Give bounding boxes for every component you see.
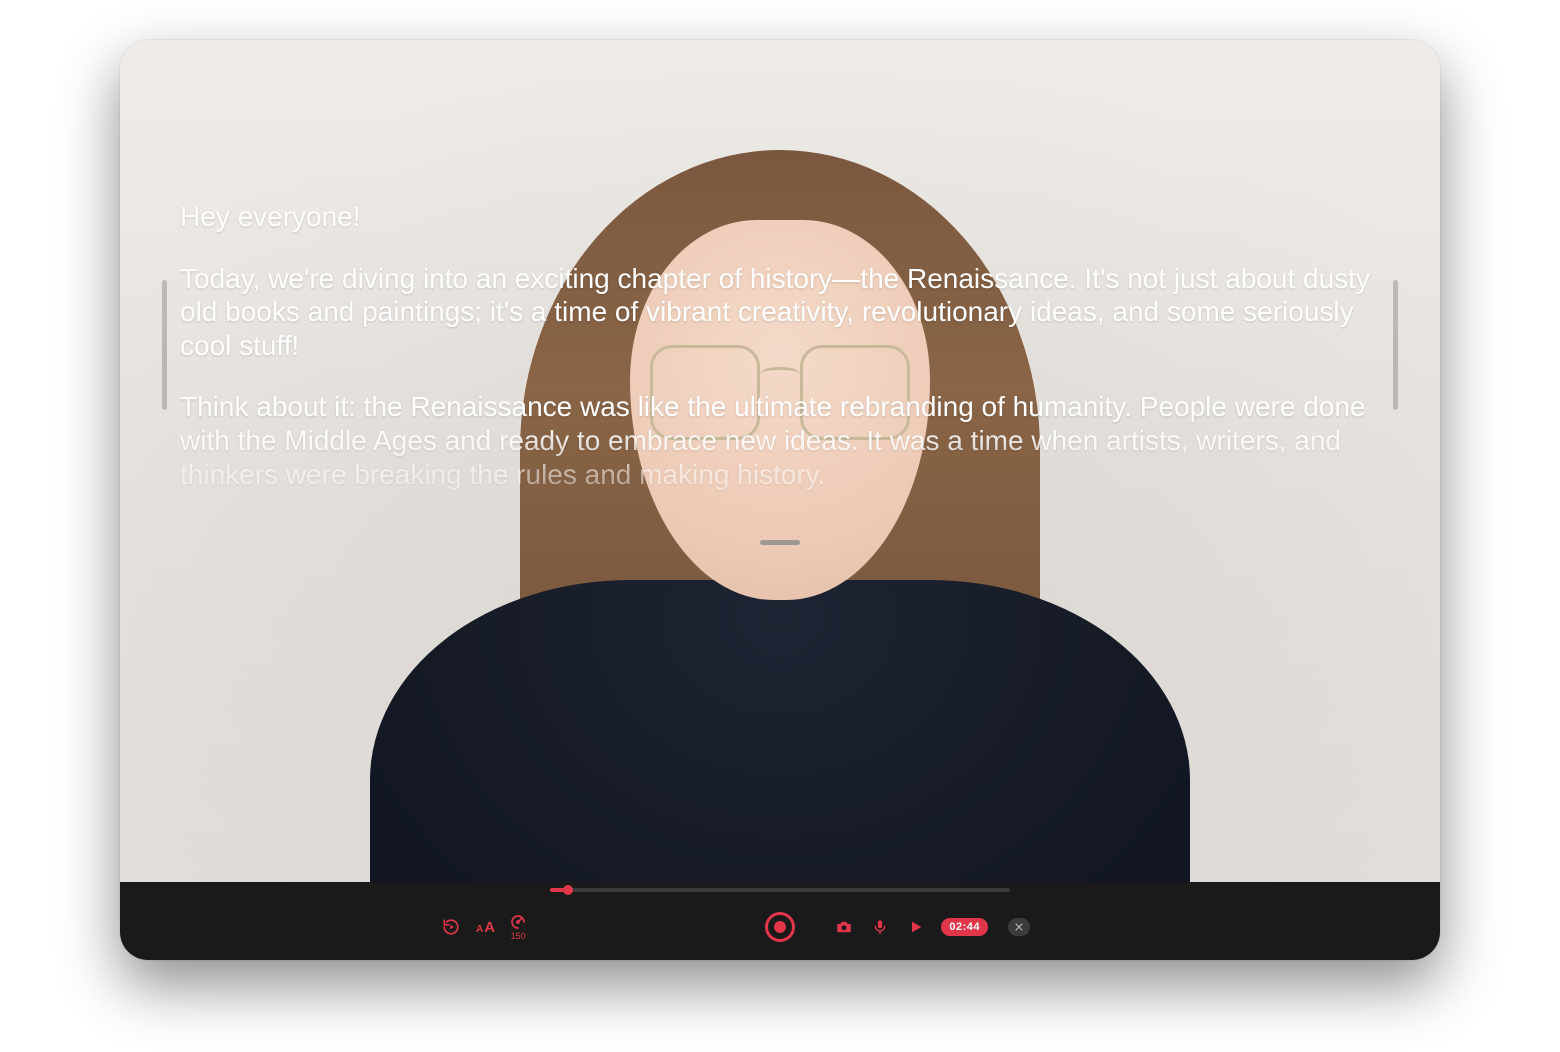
scroll-speed-button[interactable]: 150: [509, 913, 527, 941]
scroll-indicator-left[interactable]: [162, 280, 167, 410]
text-size-small-icon: A: [476, 925, 483, 935]
scroll-indicator-right[interactable]: [1393, 280, 1398, 410]
play-button[interactable]: [905, 916, 927, 938]
teleprompter-script[interactable]: Hey everyone! Today, we're diving into a…: [180, 200, 1380, 560]
camera-toggle-button[interactable]: [833, 916, 855, 938]
gauge-icon: [509, 913, 527, 931]
camera-icon: [835, 918, 853, 936]
close-icon: [1014, 922, 1024, 932]
record-button[interactable]: [765, 912, 795, 942]
record-icon: [774, 921, 786, 933]
timer-badge: 02:44: [941, 918, 988, 936]
restart-icon: [442, 918, 460, 936]
right-controls: 02:44: [833, 916, 1030, 938]
script-paragraph: Today, we're diving into an exciting cha…: [180, 262, 1380, 363]
progress-handle[interactable]: [563, 885, 573, 895]
text-size-button[interactable]: A A: [476, 920, 495, 935]
left-controls: A A 150: [440, 913, 527, 941]
progress-track[interactable]: [550, 888, 1010, 892]
close-button[interactable]: [1008, 918, 1030, 936]
speed-value: 150: [511, 932, 526, 941]
microphone-icon: [872, 918, 888, 936]
teleprompter-window: Hey everyone! Today, we're diving into a…: [120, 40, 1440, 960]
text-size-large-icon: A: [484, 920, 495, 935]
play-icon: [908, 919, 924, 935]
restart-button[interactable]: [440, 916, 462, 938]
overlay-resize-handle[interactable]: [760, 540, 800, 545]
control-bar: A A 150: [120, 882, 1440, 960]
script-paragraph: Hey everyone!: [180, 200, 1380, 234]
mic-toggle-button[interactable]: [869, 916, 891, 938]
script-paragraph: Think about it: the Renaissance was like…: [180, 390, 1380, 491]
